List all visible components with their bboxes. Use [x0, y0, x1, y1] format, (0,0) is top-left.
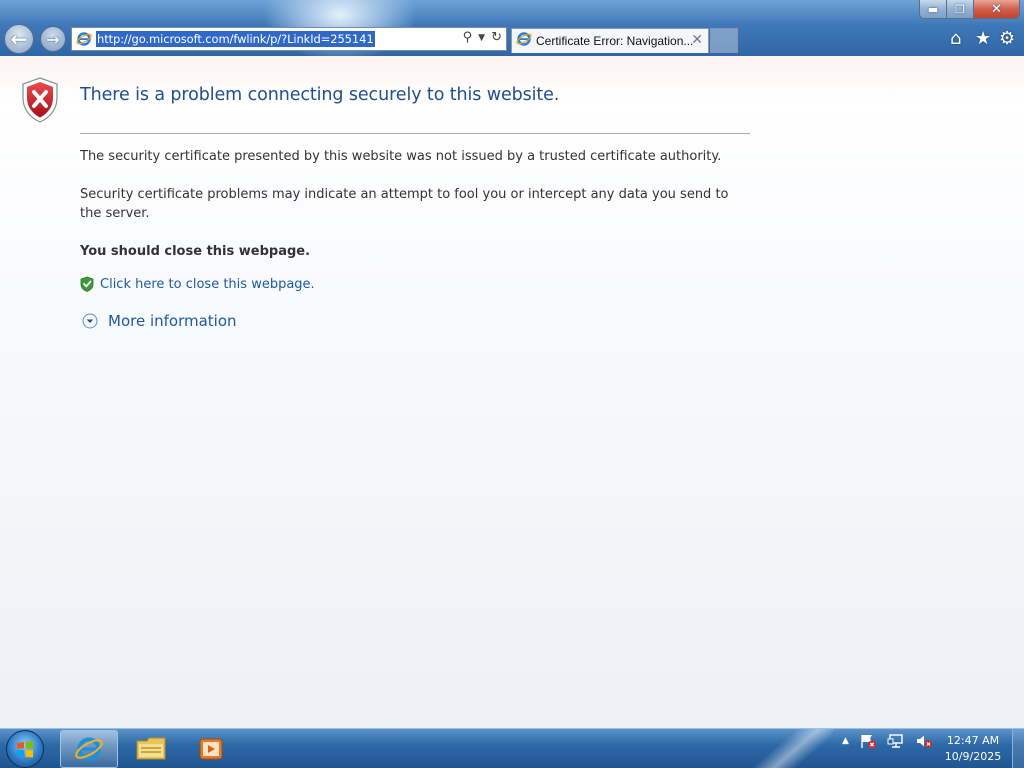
windows-logo-icon [17, 741, 33, 758]
search-icon[interactable]: ⚲ [463, 30, 473, 45]
taskbar-highlight [734, 729, 846, 768]
new-tab-button[interactable] [710, 28, 738, 53]
close-webpage-link[interactable]: Click here to close this webpage. [100, 277, 315, 292]
taskbar-internet-explorer[interactable] [60, 730, 118, 768]
taskbar-media-player[interactable] [182, 730, 240, 768]
expand-circle-icon [82, 313, 98, 329]
page-title: There is a problem connecting securely t… [80, 85, 560, 105]
back-button[interactable]: ← [4, 24, 34, 54]
restore-icon: ❐ [955, 2, 965, 16]
address-bar[interactable]: http://go.microsoft.com/fwlink/p/?LinkId… [71, 27, 507, 51]
clock-date: 10/9/2025 [944, 750, 1002, 763]
tab-certificate-error[interactable]: Certificate Error: Navigation... ✕ [511, 28, 709, 53]
divider [80, 133, 750, 134]
tab-label: Certificate Error: Navigation... [536, 34, 694, 48]
taskbar: ▲ 12:47 AM 10/9/2025 [0, 728, 1024, 768]
minimize-button[interactable]: ▬ [920, 0, 947, 18]
site-ie-icon [75, 30, 93, 48]
start-button[interactable] [6, 730, 44, 768]
refresh-icon[interactable]: ↻ [491, 30, 502, 45]
chevron-down-icon[interactable]: ▼ [478, 33, 485, 45]
media-player-icon [199, 738, 223, 760]
security-warning-text: Security certificate problems may indica… [80, 187, 729, 221]
close-window-button[interactable]: ✕ [974, 0, 1019, 18]
more-information-row[interactable]: More information [82, 312, 237, 330]
error-shield-icon [22, 77, 58, 123]
maximize-button[interactable]: ❐ [947, 0, 974, 18]
tab-ie-icon [516, 31, 532, 51]
recommendation-text: You should close this webpage. [80, 244, 311, 259]
action-center-flag-icon[interactable] [859, 733, 877, 749]
certificate-issue-text: The security certificate presented by th… [80, 149, 722, 164]
internet-explorer-icon [75, 737, 103, 761]
browser-chrome: ← → http://go.microsoft.com/fwlink/p/?Li… [0, 0, 1024, 56]
gear-icon[interactable]: ⚙ [999, 28, 1015, 49]
forward-arrow-icon: → [46, 29, 60, 49]
window-controls: ▬ ❐ ✕ [919, 0, 1020, 19]
address-url-text[interactable]: http://go.microsoft.com/fwlink/p/?LinkId… [96, 31, 375, 47]
taskbar-file-explorer[interactable] [122, 730, 180, 768]
show-desktop-button[interactable] [1012, 729, 1024, 768]
more-information-link[interactable]: More information [108, 312, 237, 330]
close-icon: ✕ [991, 1, 1002, 17]
star-icon[interactable]: ★ [975, 28, 991, 49]
clock-time: 12:47 AM [946, 734, 1000, 747]
page-content: There is a problem connecting securely t… [0, 56, 1024, 728]
show-hidden-icons-icon[interactable]: ▲ [842, 736, 849, 746]
volume-muted-icon[interactable] [915, 733, 933, 749]
network-icon[interactable] [887, 733, 905, 749]
forward-button[interactable]: → [40, 26, 66, 52]
close-icon[interactable]: ✕ [691, 32, 703, 48]
clock[interactable]: 12:47 AM 10/9/2025 [942, 733, 1004, 765]
green-shield-check-icon [80, 276, 94, 292]
back-arrow-icon: ← [10, 27, 28, 51]
address-tools: ⚲ ▼ ↻ [463, 30, 502, 45]
close-webpage-row: Click here to close this webpage. [80, 276, 315, 292]
system-tray: ▲ [842, 733, 933, 749]
folder-icon [136, 737, 166, 760]
minimize-icon: ▬ [927, 2, 939, 16]
home-icon[interactable]: ⌂ [950, 28, 961, 49]
